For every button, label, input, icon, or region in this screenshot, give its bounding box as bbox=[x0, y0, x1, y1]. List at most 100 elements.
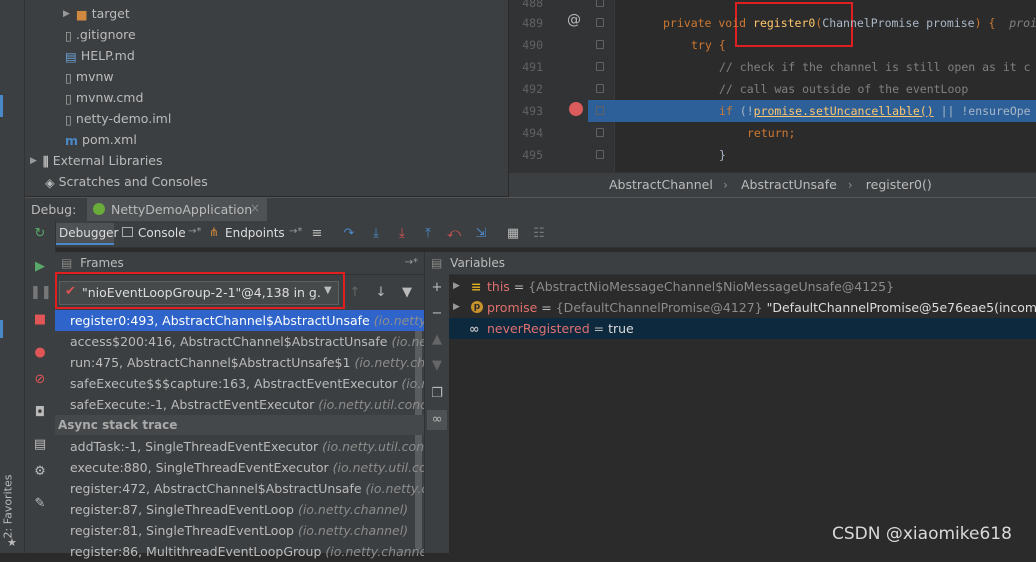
layout-icon[interactable]: ▤ bbox=[30, 435, 50, 455]
tab-debugger[interactable]: Debugger bbox=[56, 223, 118, 245]
chevron-right-icon[interactable]: ▶ bbox=[30, 151, 37, 172]
code-line: try { bbox=[691, 34, 726, 56]
rerun-icon[interactable]: ↻ bbox=[30, 224, 50, 244]
pause-icon[interactable]: ❚❚ bbox=[30, 283, 52, 303]
fold-marker[interactable] bbox=[596, 128, 604, 137]
async-stack-frame[interactable]: addTask:-1, SingleThreadEventExecutor (i… bbox=[55, 436, 424, 457]
frame-package: (io.netty.channel) bbox=[354, 355, 424, 370]
tab-endpoints[interactable]: ⋔ Endpoints →* bbox=[207, 223, 307, 245]
filter-icon[interactable]: ▼ bbox=[397, 283, 417, 303]
async-stack-frame[interactable]: execute:880, SingleThreadEventExecutor (… bbox=[55, 457, 424, 478]
previous-frame-icon[interactable]: ↑ bbox=[345, 283, 365, 303]
variable-row[interactable]: ∞ neverRegistered = true bbox=[449, 318, 1036, 339]
view-breakpoints-icon[interactable]: ● bbox=[30, 343, 50, 363]
code-text: } bbox=[719, 148, 726, 162]
variable-name: this bbox=[487, 279, 510, 294]
code-line: } bbox=[719, 144, 726, 166]
breadcrumb-item[interactable]: register0() bbox=[866, 173, 932, 197]
fold-marker[interactable] bbox=[596, 106, 604, 115]
tree-item[interactable]: ▯ mvnw bbox=[65, 66, 114, 87]
stack-frame[interactable]: register0:493, AbstractChannel$AbstractU… bbox=[55, 310, 424, 331]
tree-item[interactable]: m pom.xml bbox=[65, 129, 137, 150]
favorites-tab[interactable]: 2: Favorites ★ bbox=[1, 470, 22, 550]
fold-marker[interactable] bbox=[596, 62, 604, 71]
force-step-into-icon[interactable]: ⤓ bbox=[392, 224, 412, 244]
next-frame-icon[interactable]: ↓ bbox=[371, 283, 391, 303]
fold-marker[interactable] bbox=[596, 150, 604, 159]
stack-frame[interactable]: access$200:416, AbstractChannel$Abstract… bbox=[55, 331, 424, 352]
fold-marker[interactable] bbox=[596, 0, 604, 7]
tab-run-config[interactable]: NettyDemoApplication × bbox=[87, 198, 267, 222]
duplicate-icon[interactable]: ❐ bbox=[427, 384, 447, 404]
async-stack-frame[interactable]: register:87, SingleThreadEventLoop (io.n… bbox=[55, 499, 424, 520]
tree-item[interactable]: ▶ ⫼ External Libraries bbox=[30, 150, 163, 171]
evaluate-icon[interactable]: ▦ bbox=[503, 224, 523, 244]
code-text: // call was outside of the eventLoop bbox=[719, 82, 969, 96]
line-number: 492 bbox=[522, 82, 543, 96]
stop-icon[interactable]: ■ bbox=[30, 310, 50, 330]
menu-icon[interactable]: ≡ bbox=[307, 224, 327, 244]
add-watch-icon[interactable]: + bbox=[427, 278, 447, 298]
async-stack-frame[interactable]: register:472, AbstractChannel$AbstractUn… bbox=[55, 478, 424, 499]
close-icon[interactable]: × bbox=[250, 201, 260, 215]
step-into-icon[interactable]: ⤓ bbox=[366, 224, 386, 244]
async-stack-frame[interactable]: register:86, MultithreadEventLoopGroup (… bbox=[55, 541, 424, 562]
debug-titlebar: Debug: NettyDemoApplication × bbox=[25, 197, 1036, 222]
code-editor: 488 489 490 491 492 493 494 495 AbstractChannel… bbox=[509, 0, 1036, 197]
chevron-right-icon[interactable]: ▶ bbox=[63, 4, 70, 25]
frame-method: register:81, SingleThreadEventLoop bbox=[70, 523, 294, 538]
fold-marker[interactable] bbox=[596, 84, 604, 93]
move-up-icon[interactable]: ▲ bbox=[427, 330, 447, 350]
frame-method: register:87, SingleThreadEventLoop bbox=[70, 502, 294, 517]
trace-icon[interactable]: ☷ bbox=[529, 224, 549, 244]
remove-watch-icon[interactable]: − bbox=[427, 304, 447, 324]
tree-item[interactable]: ▯ .gitignore bbox=[65, 24, 136, 45]
breadcrumb-item[interactable]: AbstractChannel bbox=[609, 173, 713, 197]
tab-console[interactable]: Console →* bbox=[120, 223, 205, 245]
tree-item-label: HELP.md bbox=[80, 48, 135, 63]
breadcrumb-item[interactable]: AbstractUnsafe bbox=[741, 173, 837, 197]
variable-row[interactable]: ▶ ≡ this = {AbstractNioMessageChannel$NioM… bbox=[449, 276, 1036, 297]
step-out-icon[interactable]: ⤒ bbox=[418, 224, 438, 244]
settings-icon[interactable]: ⚙ bbox=[30, 462, 50, 482]
debug-label: Debug: bbox=[31, 202, 77, 217]
variables-title: Variables bbox=[450, 256, 506, 270]
camera-icon[interactable]: ◘ bbox=[30, 403, 50, 423]
move-down-icon[interactable]: ▼ bbox=[427, 356, 447, 376]
tree-item[interactable]: ◈ Scratches and Consoles bbox=[45, 171, 208, 192]
tree-item-label: mvnw bbox=[75, 69, 114, 84]
async-stack-frame[interactable]: register:81, SingleThreadEventLoop (io.n… bbox=[55, 520, 424, 541]
stack-frame[interactable]: run:475, AbstractChannel$AbstractUnsafe$… bbox=[55, 352, 424, 373]
resume-icon[interactable]: ▶ bbox=[30, 257, 50, 277]
step-over-icon[interactable]: ↷ bbox=[339, 224, 359, 244]
frame-method: run:475, AbstractChannel$AbstractUnsafe$… bbox=[70, 355, 351, 370]
breakpoint-icon[interactable] bbox=[569, 102, 583, 116]
variable-name: neverRegistered bbox=[487, 321, 590, 336]
mute-breakpoints-icon[interactable]: ⊘ bbox=[30, 370, 50, 390]
chevron-right-icon[interactable]: ▶ bbox=[453, 276, 460, 297]
fold-marker[interactable] bbox=[596, 18, 604, 27]
fold-marker[interactable] bbox=[596, 40, 604, 49]
chevron-right-icon: › bbox=[847, 177, 853, 192]
tree-item[interactable]: ▶ ■ target bbox=[63, 3, 130, 24]
debug-actions: ▶ ❚❚ ■ ● ⊘ ◘ ▤ ⚙ ✎ bbox=[25, 247, 56, 553]
stack-frame[interactable]: safeExecute$$$capture:163, AbstractEvent… bbox=[55, 373, 424, 394]
tree-item[interactable]: ▤ HELP.md bbox=[65, 45, 135, 66]
frame-package: (io.netty.channel) bbox=[297, 502, 409, 517]
rerun-area: ↻ bbox=[25, 221, 56, 247]
stack-frame[interactable]: safeExecute:-1, AbstractEventExecutor (i… bbox=[55, 394, 424, 415]
variable-row[interactable]: ▶ p promise = {DefaultChannelPromise@4127}… bbox=[449, 297, 1036, 318]
tree-item[interactable]: ▯ netty-demo.iml bbox=[65, 108, 171, 129]
frame-method: execute:880, SingleThreadEventExecutor bbox=[70, 460, 329, 475]
chevron-right-icon[interactable]: ▶ bbox=[453, 297, 460, 318]
variables-panel: ▤ Variables CSDN @xiaomike618 ▶ ≡ this = {… bbox=[431, 252, 1036, 553]
drop-frame-icon[interactable]: ⤺ bbox=[444, 224, 464, 244]
tree-item[interactable]: ▯ mvnw.cmd bbox=[65, 87, 143, 108]
run-to-cursor-icon[interactable]: ⇲ bbox=[471, 224, 491, 244]
folder-icon: ■ bbox=[75, 7, 88, 22]
line-number: 493 bbox=[522, 104, 543, 118]
tree-item-label: mvnw.cmd bbox=[75, 90, 144, 105]
pin-icon[interactable]: ✎ bbox=[30, 494, 50, 514]
file-icon: ▯ bbox=[65, 91, 72, 106]
watches-icon[interactable]: ∞ bbox=[427, 410, 447, 430]
